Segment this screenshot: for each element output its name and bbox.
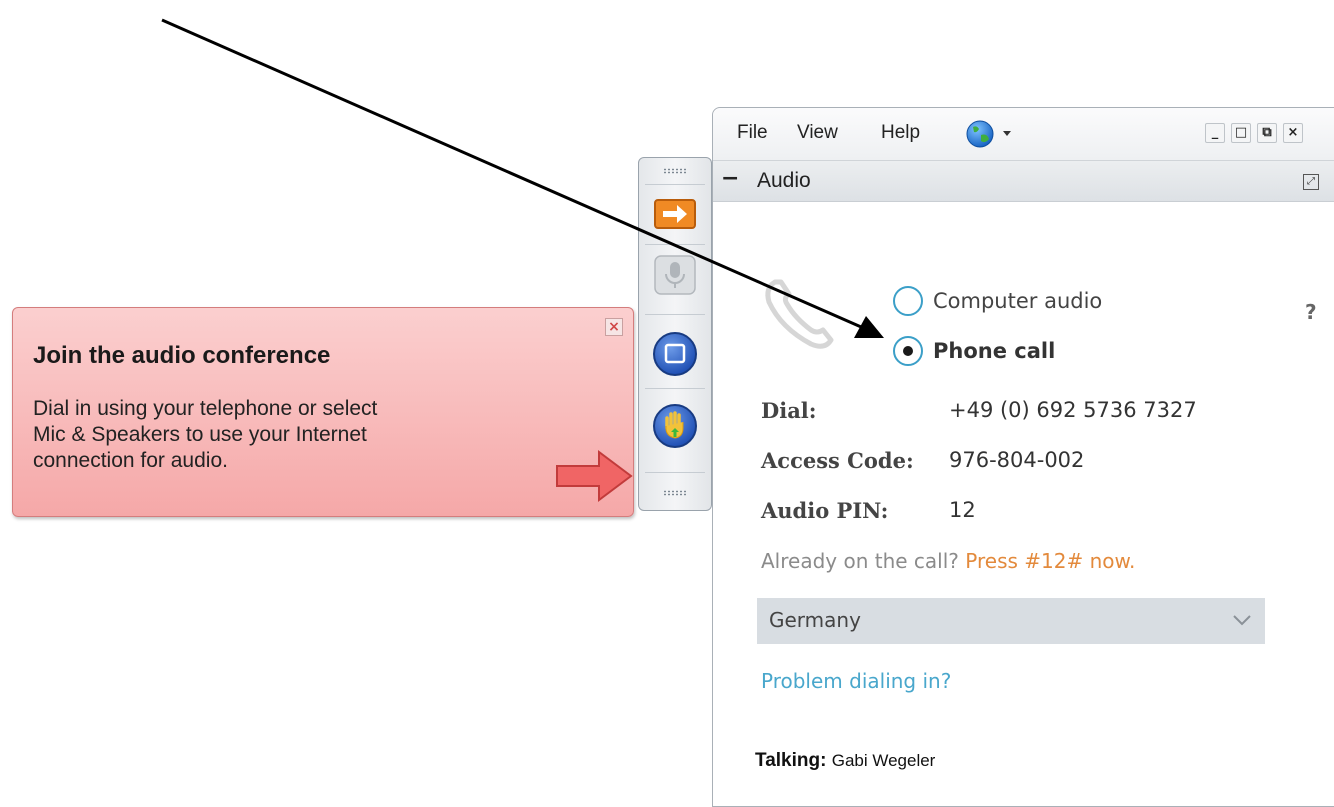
country-selected-value: Germany	[769, 608, 861, 632]
callout-title: Join the audio conference	[33, 342, 331, 369]
callout-body: Dial in using your telephone or select M…	[33, 396, 553, 474]
callout-body-line: connection for audio.	[33, 449, 228, 472]
screen-share-button[interactable]	[651, 330, 699, 378]
computer-audio-label[interactable]: Computer audio	[933, 289, 1102, 313]
restore-button[interactable]: ⧉	[1257, 123, 1277, 143]
join-audio-button[interactable]	[651, 190, 699, 238]
meeting-window: File View Help _ □ ⧉ × − Audio ⤢ ? Compu…	[712, 107, 1334, 807]
join-audio-callout: × Join the audio conference Dial in usin…	[12, 307, 634, 517]
toolbar-divider	[645, 472, 705, 473]
phone-call-option[interactable]: Phone call	[893, 336, 1055, 366]
collapse-icon[interactable]: −	[721, 168, 739, 190]
access-code-label: Access Code:	[761, 448, 914, 473]
toolbar-grip-top[interactable]	[663, 168, 687, 174]
toolbar-divider	[645, 314, 705, 315]
audio-panel-header[interactable]: − Audio ⤢	[713, 161, 1334, 202]
menu-bar: File View Help _ □ ⧉ ×	[713, 108, 1334, 161]
meeting-toolbar	[638, 157, 712, 511]
toolbar-divider	[645, 388, 705, 389]
maximize-button[interactable]: □	[1231, 123, 1251, 143]
help-icon[interactable]: ?	[1305, 300, 1317, 324]
toolbar-grip-bottom[interactable]	[663, 490, 687, 496]
dial-number: +49 (0) 692 5736 7327	[949, 398, 1197, 422]
talking-name: Gabi Wegeler	[831, 751, 936, 770]
country-select[interactable]: Germany	[757, 598, 1265, 644]
already-on-call-text: Already on the call? Press #12# now.	[761, 549, 1135, 573]
right-arrow-icon	[556, 450, 633, 502]
computer-audio-option[interactable]: Computer audio	[893, 286, 1102, 316]
audio-pin-value: 12	[949, 498, 976, 522]
talking-indicator: Talking: Gabi Wegeler	[755, 750, 935, 772]
panel-title: Audio	[757, 169, 811, 192]
press-code-hint: Press #12# now.	[965, 549, 1136, 573]
access-code-value: 976-804-002	[949, 448, 1085, 472]
dial-label: Dial:	[761, 398, 817, 423]
talking-label: Talking:	[755, 750, 827, 771]
callout-close-button[interactable]: ×	[605, 318, 623, 336]
callout-body-line: Mic & Speakers to use your Internet	[33, 423, 367, 446]
popout-icon[interactable]: ⤢	[1303, 174, 1319, 190]
chevron-down-icon	[1233, 615, 1251, 626]
phone-call-label[interactable]: Phone call	[933, 339, 1055, 363]
toolbar-divider	[645, 184, 705, 185]
globe-icon[interactable]	[965, 119, 1021, 149]
microphone-button[interactable]	[651, 250, 699, 298]
phone-call-radio[interactable]	[893, 336, 923, 366]
menu-file[interactable]: File	[737, 122, 768, 144]
phone-icon	[765, 279, 834, 349]
already-question: Already on the call?	[761, 549, 959, 573]
raise-hand-button[interactable]	[651, 402, 699, 450]
close-button[interactable]: ×	[1283, 123, 1303, 143]
menu-help[interactable]: Help	[881, 122, 920, 144]
problem-dialing-link[interactable]: Problem dialing in?	[761, 669, 951, 693]
menu-view[interactable]: View	[797, 122, 838, 144]
toolbar-divider	[645, 244, 705, 245]
audio-pin-label: Audio PIN:	[761, 498, 889, 523]
minimize-button[interactable]: _	[1205, 123, 1225, 143]
computer-audio-radio[interactable]	[893, 286, 923, 316]
callout-body-line: Dial in using your telephone or select	[33, 397, 378, 420]
